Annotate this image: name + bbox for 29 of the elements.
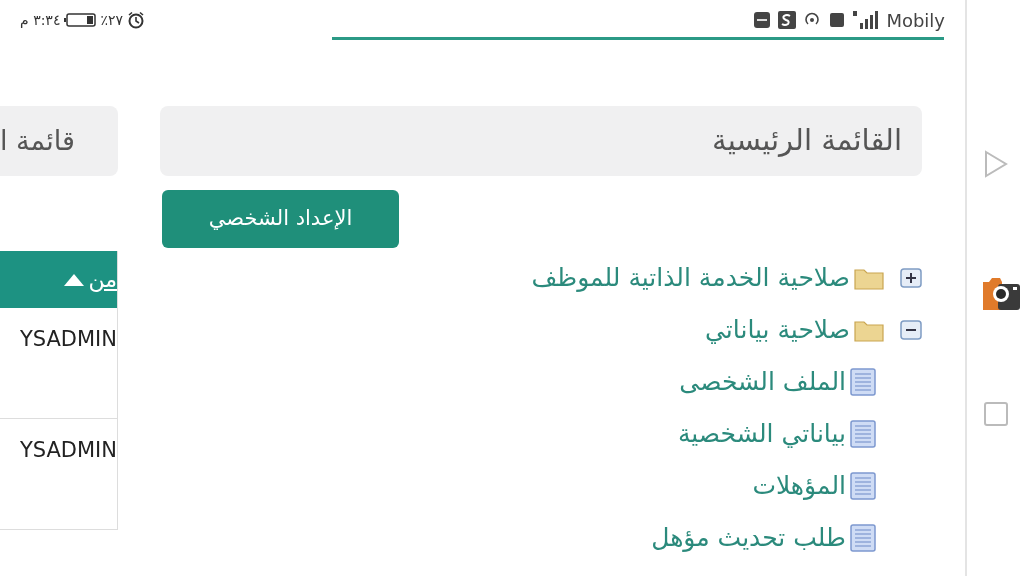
document-icon	[850, 472, 876, 500]
folder-icon	[854, 318, 884, 342]
carrier-name: Mobily	[886, 8, 945, 33]
document-icon	[850, 524, 876, 552]
clock-time: ٣:٣٤ م	[20, 10, 61, 30]
document-icon	[850, 368, 876, 396]
panel-title: قائمة ا	[0, 123, 75, 158]
s-app-icon	[778, 11, 797, 29]
collapse-icon[interactable]	[900, 320, 922, 340]
tree-item[interactable]: المؤهلات	[752, 467, 846, 505]
alarm-icon	[127, 11, 145, 29]
square-icon	[830, 13, 845, 27]
tree-item[interactable]: صلاحية الخدمة الذاتية للموظف	[531, 259, 850, 297]
tree-item[interactable]: صلاحية بياناتي	[705, 311, 850, 349]
app-icon	[754, 12, 771, 28]
signal-icon	[852, 11, 879, 29]
tree-item[interactable]: بياناتي الشخصية	[677, 415, 846, 453]
expand-icon[interactable]	[900, 268, 922, 288]
menu-title: القائمة الرئيسية	[712, 122, 902, 160]
table-cell-text: YSADMIN	[19, 437, 117, 464]
table-cell-text: YSADMIN	[19, 326, 117, 353]
column-header[interactable]: من	[64, 263, 117, 296]
folder-icon	[854, 266, 884, 290]
battery-percent: ٪٢٧	[100, 10, 123, 30]
document-icon	[850, 420, 876, 448]
tree-item[interactable]: الملف الشخصى	[679, 363, 846, 401]
battery-icon	[64, 13, 97, 27]
tree-item[interactable]: طلب تحديث مؤهل	[651, 519, 846, 557]
profile-button[interactable]: الإعداد الشخصي	[162, 190, 399, 248]
